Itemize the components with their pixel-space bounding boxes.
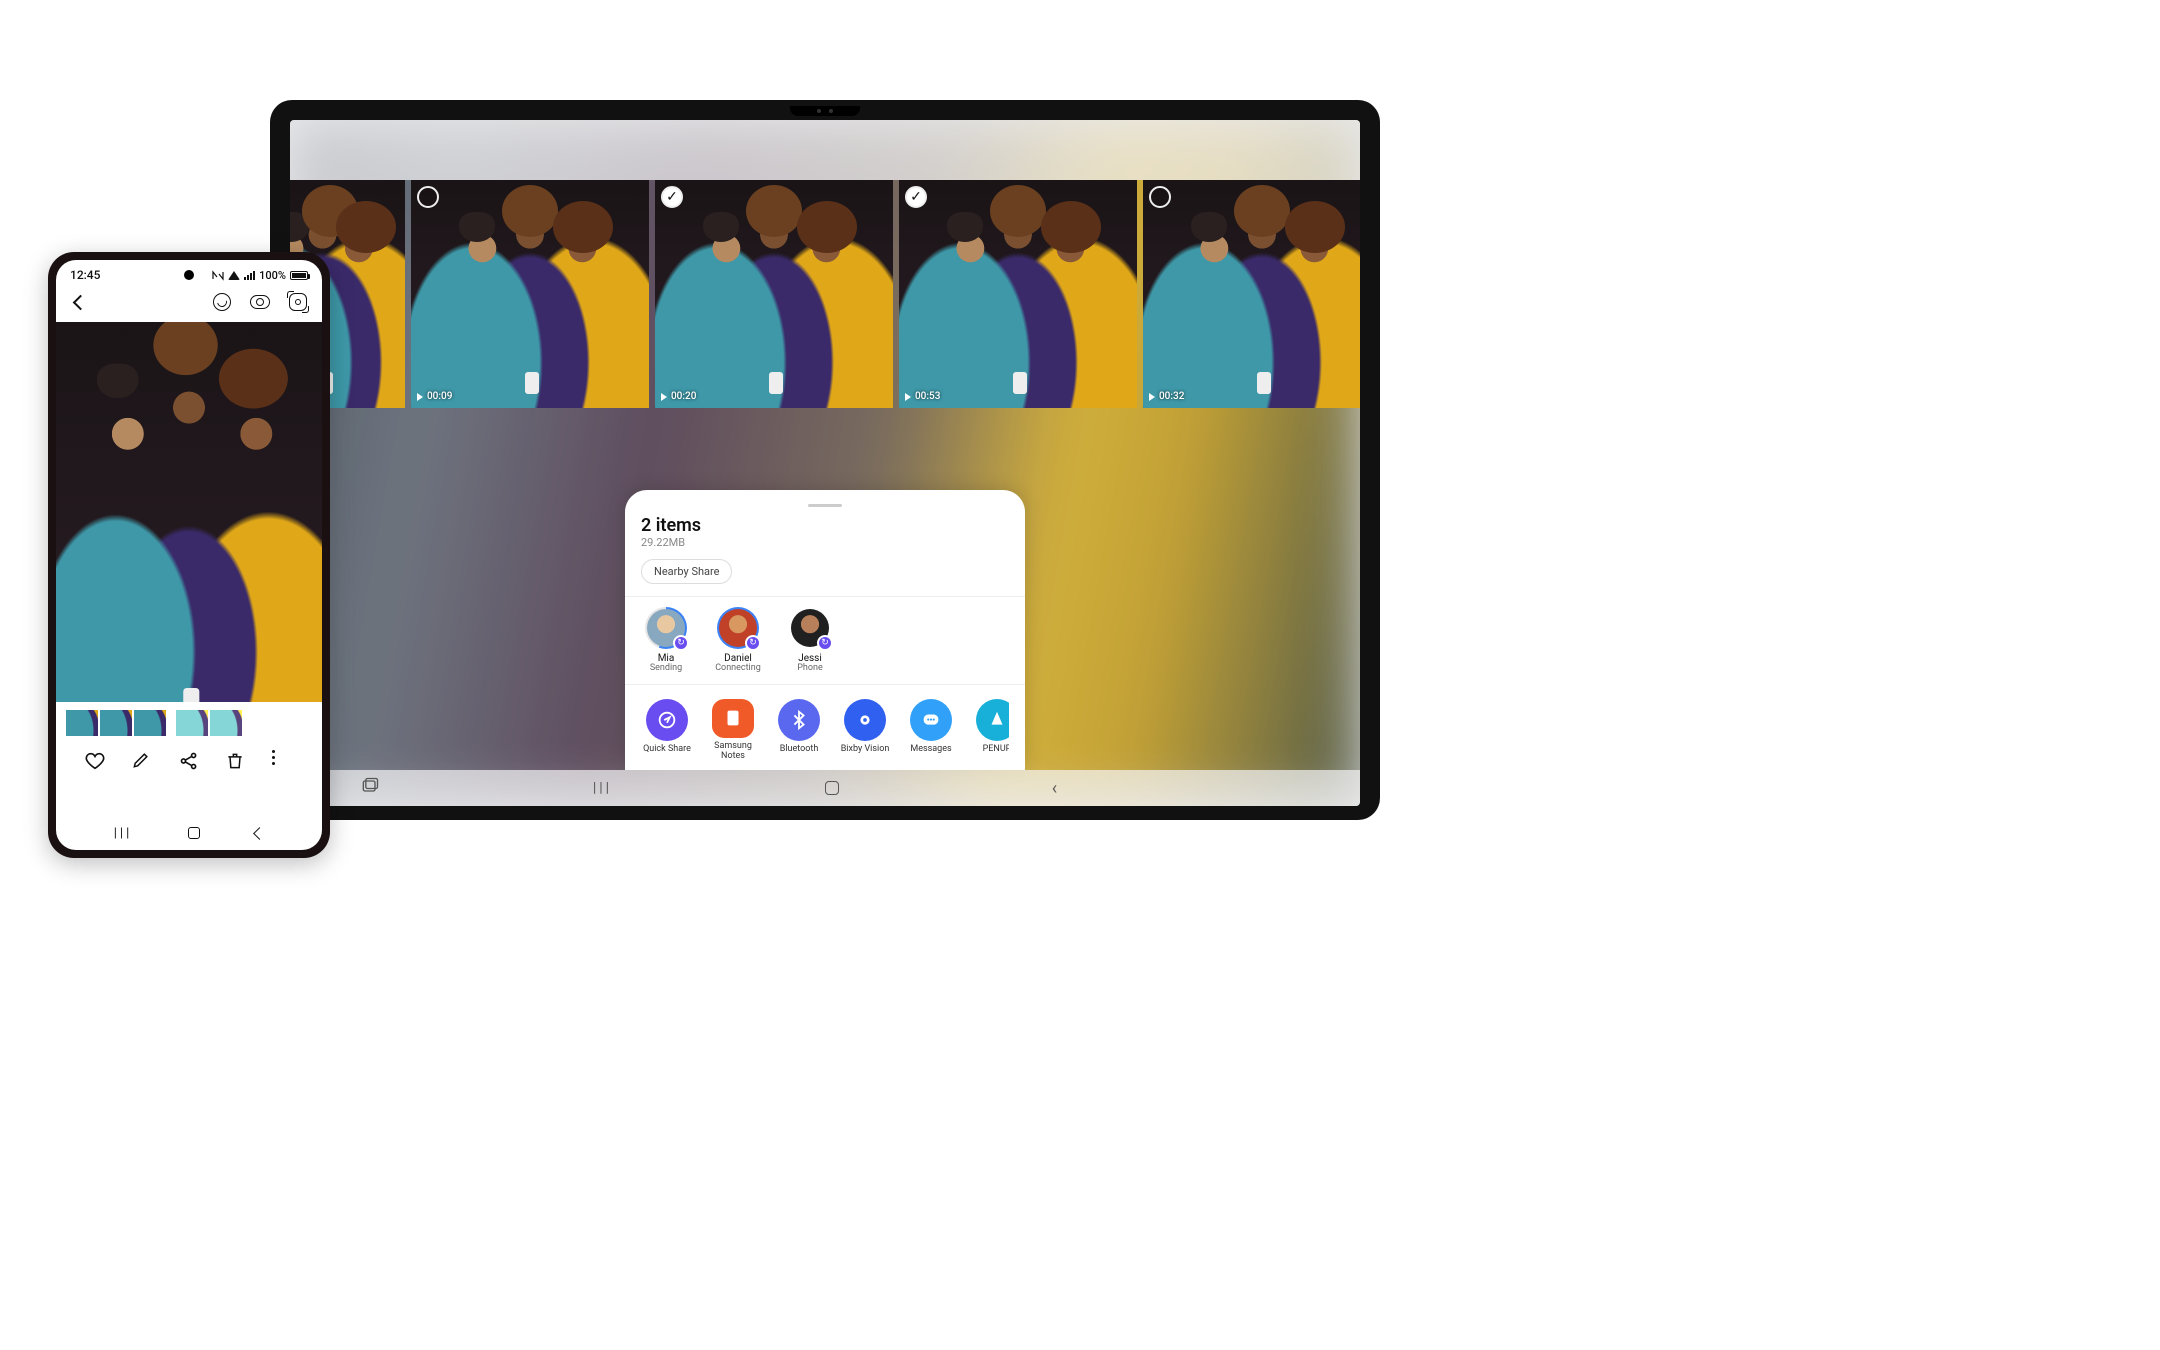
bluetooth-icon: [778, 699, 820, 741]
video-thumbnail[interactable]: 00:32: [1143, 180, 1360, 408]
phone-front-camera: [184, 270, 194, 280]
share-app-bixby-vision[interactable]: Bixby Vision: [839, 699, 891, 762]
share-apps-row[interactable]: Quick Share Samsung Notes Bluetooth: [641, 699, 1009, 762]
selection-checkbox-checked[interactable]: ✓: [905, 186, 927, 208]
play-icon: [417, 393, 423, 401]
avatar-ring: ↻: [789, 607, 831, 649]
tablet-camera-notch: [790, 106, 860, 116]
share-button[interactable]: [178, 750, 200, 772]
bixby-vision-icon[interactable]: [288, 292, 308, 312]
bixby-vision-icon: [844, 699, 886, 741]
avatar-progress-ring: ↻: [717, 607, 759, 649]
photo-action-bar: [56, 740, 322, 778]
recents-button[interactable]: |||: [114, 826, 133, 841]
contact-status: Connecting: [715, 664, 761, 674]
quickshare-badge-icon: ↻: [673, 635, 689, 651]
play-icon: [1149, 393, 1155, 401]
share-contact[interactable]: ↻ Jessi Phone: [785, 607, 835, 674]
divider: [625, 684, 1025, 685]
signal-icon: [244, 271, 255, 280]
divider: [625, 596, 1025, 597]
messages-icon: [910, 699, 952, 741]
photo-filmstrip[interactable]: [56, 702, 322, 740]
contact-status: Phone: [797, 664, 823, 674]
video-thumbnail[interactable]: 00:09: [411, 180, 649, 408]
photo-viewer-toolbar: [56, 286, 322, 322]
share-contact[interactable]: ↻ Mia Sending: [641, 607, 691, 674]
battery-icon: [290, 271, 308, 280]
play-icon: [905, 393, 911, 401]
quickshare-badge-icon: ↻: [817, 635, 833, 651]
share-contact[interactable]: ↻ Daniel Connecting: [713, 607, 763, 674]
gallery-video-row: 00:09 ✓ 00:20 ✓ 00:53 00:32: [290, 180, 1360, 410]
edit-button[interactable]: [131, 750, 153, 772]
quickshare-badge-icon: ↻: [745, 635, 761, 651]
play-icon: [661, 393, 667, 401]
tablet-top-bar-spacer: [290, 120, 1360, 180]
favorite-button[interactable]: [84, 750, 106, 772]
quick-share-icon: [646, 699, 688, 741]
share-app-samsung-notes[interactable]: Samsung Notes: [707, 699, 759, 762]
phone-system-nav: |||: [56, 816, 322, 850]
samsung-notes-icon: [712, 699, 754, 739]
tablet-system-nav: ||| ‹: [290, 770, 1360, 806]
video-thumbnail[interactable]: ✓ 00:20: [655, 180, 893, 408]
home-button[interactable]: [825, 781, 839, 795]
view-details-icon[interactable]: [250, 292, 270, 312]
share-app-bluetooth[interactable]: Bluetooth: [773, 699, 825, 762]
home-button[interactable]: [188, 827, 200, 839]
phone-device-frame: 12:45 100%: [48, 252, 330, 858]
share-sheet[interactable]: 2 items 29.22MB Nearby Share ↻ Mia Sendi…: [625, 490, 1025, 770]
share-contacts-row: ↻ Mia Sending ↻ Daniel Connecting: [641, 607, 1009, 684]
share-sheet-size: 29.22MB: [641, 536, 1009, 549]
status-time: 12:45: [70, 268, 100, 282]
recents-button[interactable]: |||: [593, 780, 612, 796]
video-thumbnail[interactable]: ✓ 00:53: [899, 180, 1137, 408]
tablet-screen: 00:09 ✓ 00:20 ✓ 00:53 00:32 2 items 29.2: [290, 120, 1360, 806]
filmstrip-group[interactable]: [176, 710, 242, 736]
back-button[interactable]: [255, 829, 264, 838]
share-app-messages[interactable]: Messages: [905, 699, 957, 762]
tablet-device-frame: 00:09 ✓ 00:20 ✓ 00:53 00:32 2 items 29.2: [270, 100, 1380, 820]
back-icon[interactable]: [70, 292, 90, 312]
delete-button[interactable]: [225, 750, 247, 772]
selection-checkbox-checked[interactable]: ✓: [661, 186, 683, 208]
video-duration-badge: 00:32: [1149, 391, 1184, 402]
selection-checkbox[interactable]: [1149, 186, 1171, 208]
gallery-shortcut-icon[interactable]: [360, 776, 380, 800]
drag-handle[interactable]: [808, 504, 842, 507]
selection-checkbox[interactable]: [417, 186, 439, 208]
wifi-icon: [228, 271, 240, 280]
video-duration-badge: 00:20: [661, 391, 696, 402]
auto-remaster-icon[interactable]: [212, 292, 232, 312]
share-app-penup[interactable]: PENUP: [971, 699, 1009, 762]
back-button[interactable]: ‹: [1052, 778, 1057, 799]
battery-percent: 100%: [259, 269, 286, 282]
video-duration-badge: 00:09: [417, 391, 452, 402]
photo-viewer-main[interactable]: [56, 322, 322, 702]
share-app-quick-share[interactable]: Quick Share: [641, 699, 693, 762]
nearby-share-chip[interactable]: Nearby Share: [641, 559, 732, 584]
video-duration-badge: 00:53: [905, 391, 940, 402]
share-sheet-title: 2 items: [641, 515, 1009, 536]
phone-screen: 12:45 100%: [56, 260, 322, 850]
filmstrip-group[interactable]: [66, 710, 166, 736]
penup-icon: [976, 699, 1009, 741]
contact-status: Sending: [650, 664, 682, 674]
nfc-icon: [212, 270, 224, 280]
more-button[interactable]: [272, 750, 294, 772]
avatar-progress-ring: ↻: [645, 607, 687, 649]
